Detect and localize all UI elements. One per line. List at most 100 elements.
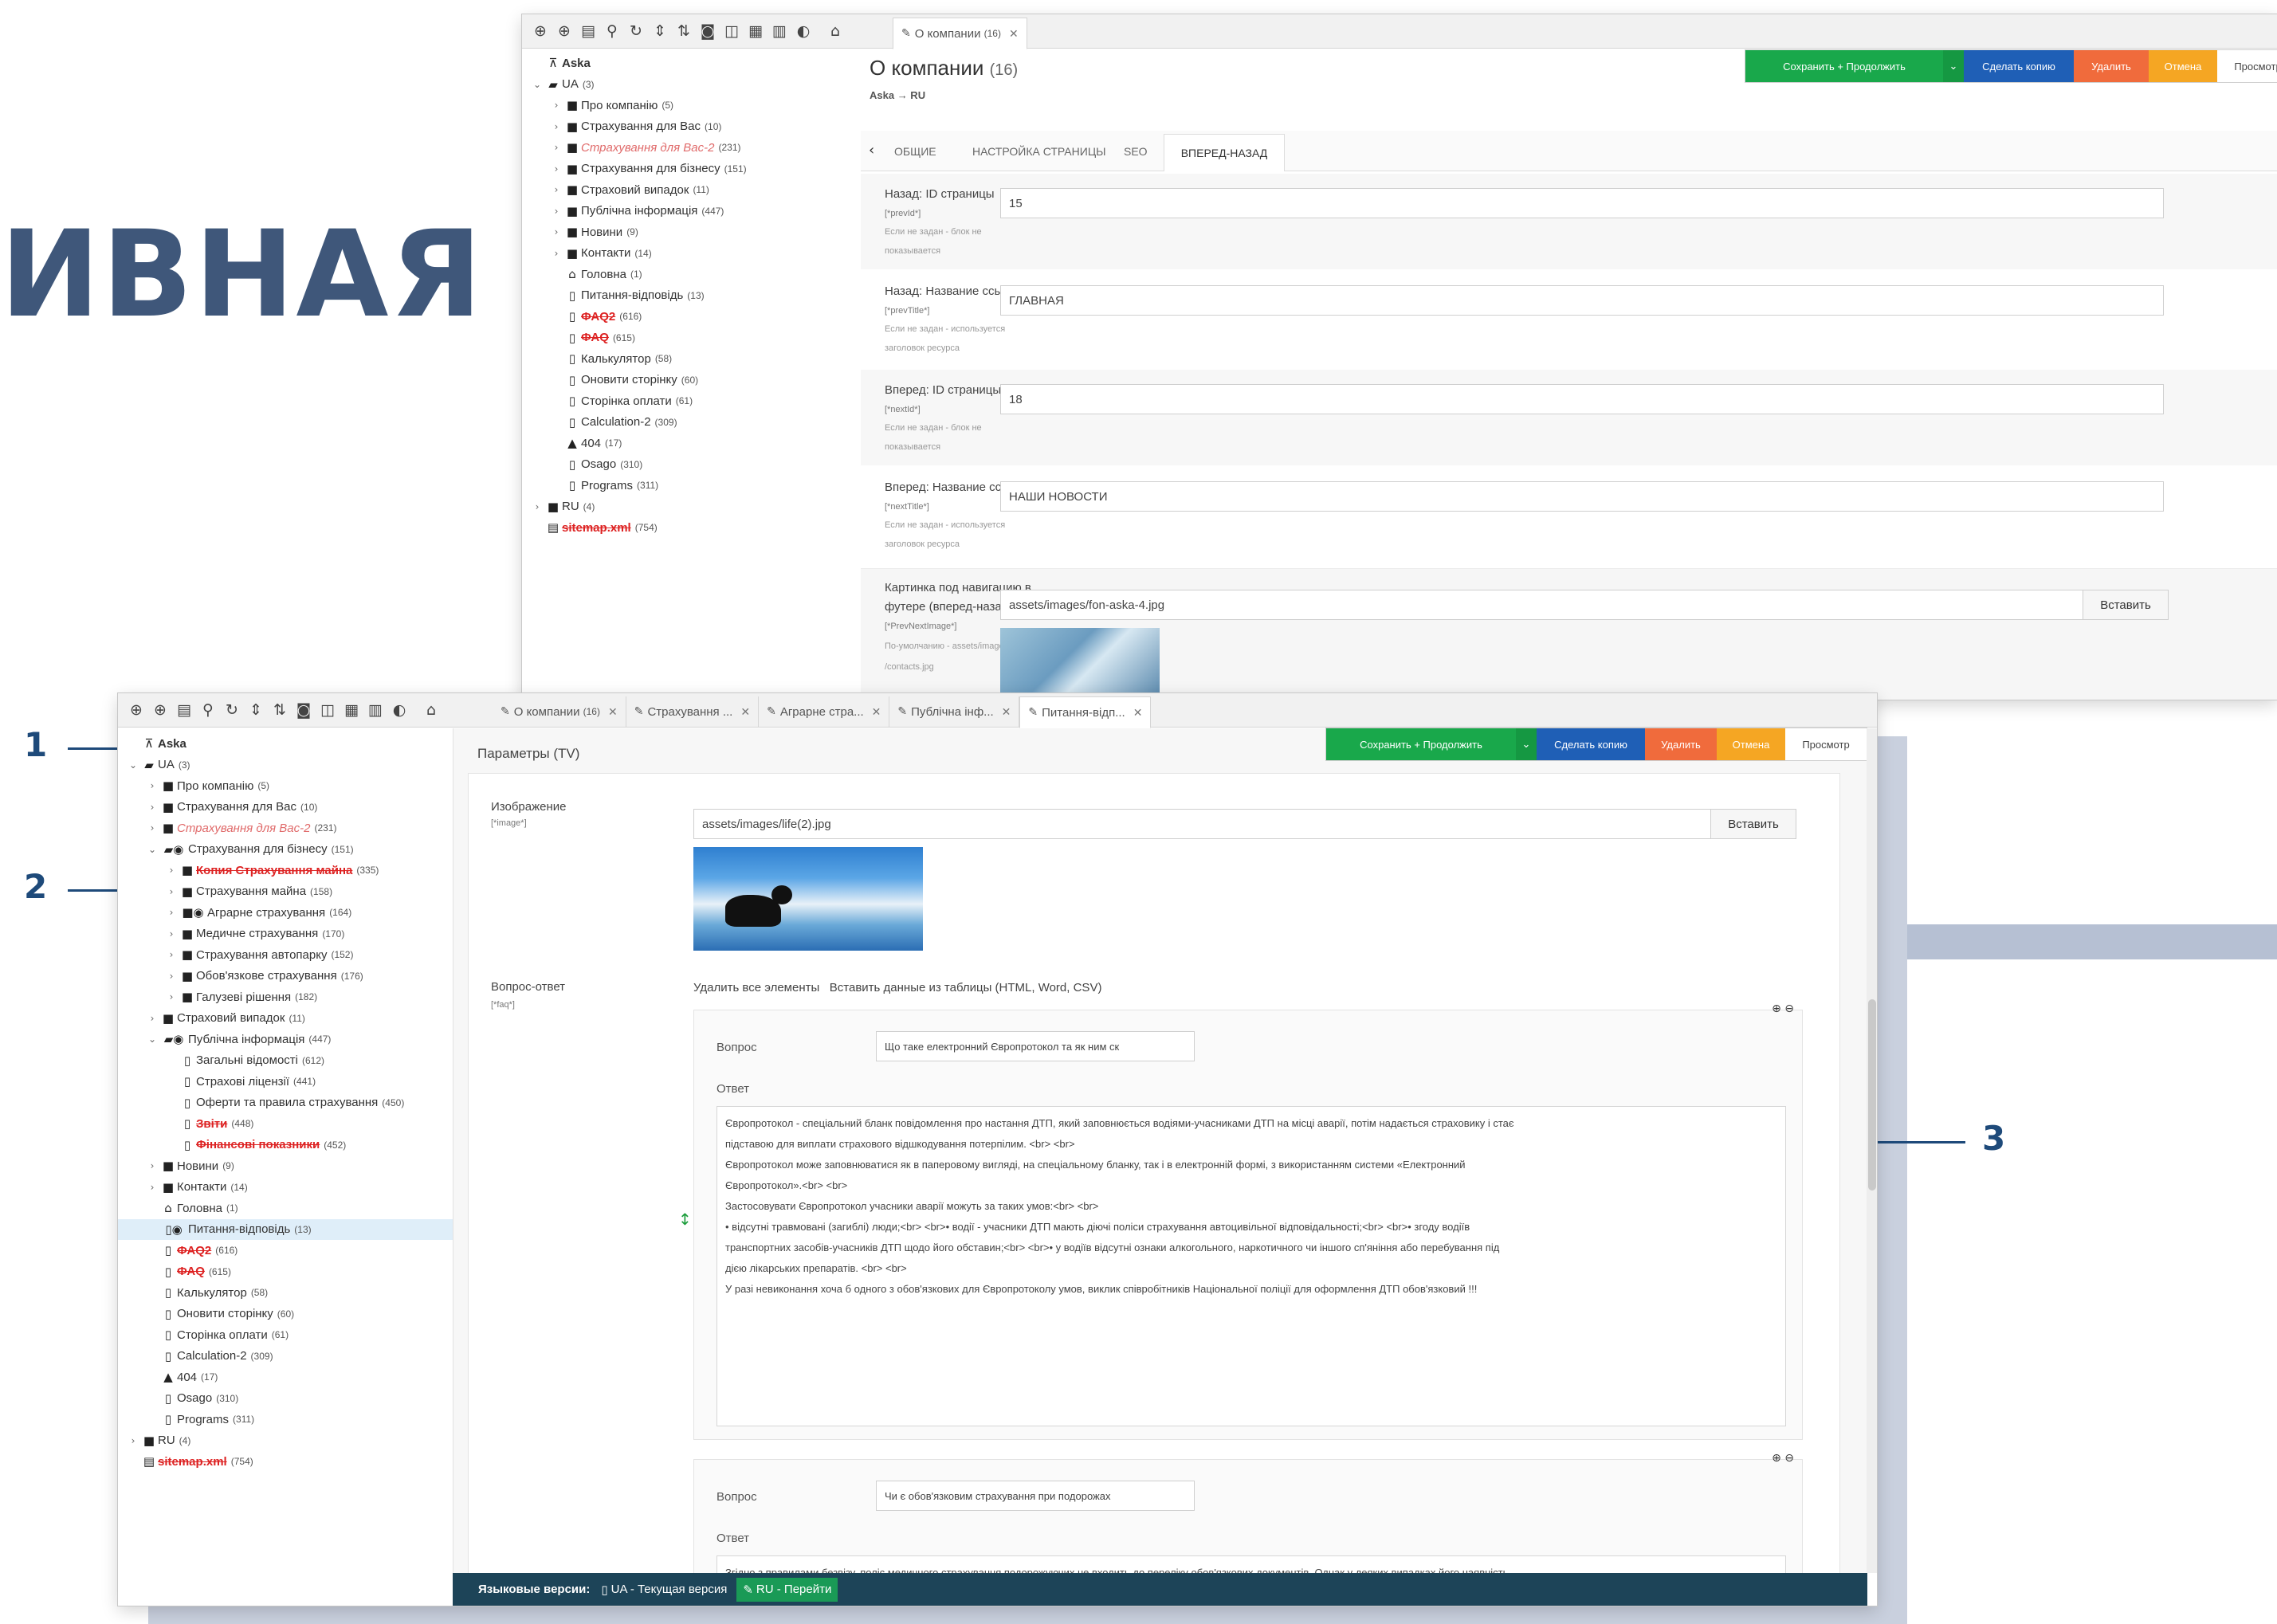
close-icon[interactable]: ✕: [1133, 706, 1143, 720]
camera-icon[interactable]: ◙: [292, 698, 316, 722]
tree-node[interactable]: ▯ ФАQ2 (616): [549, 306, 642, 327]
question-input[interactable]: Що таке електронний Європротокол та як н…: [876, 1031, 1195, 1061]
tree-node[interactable]: › ■ Страхування для бізнесу (151): [549, 159, 747, 179]
chevron-right-icon[interactable]: ›: [549, 206, 563, 217]
tree-node[interactable]: › ■ Про компанію (5): [145, 775, 269, 796]
subtab-prev-next[interactable]: ВПЕРЕД-НАЗАД: [1164, 134, 1285, 171]
scrollbar[interactable]: [1867, 728, 1877, 1573]
link-icon[interactable]: ⚲: [600, 19, 624, 43]
close-icon[interactable]: ✕: [1002, 705, 1011, 719]
chevron-right-icon[interactable]: ›: [530, 501, 544, 512]
remove-item-icon[interactable]: ⊖: [1784, 1002, 1794, 1015]
chevron-down-icon[interactable]: ⌄: [145, 844, 159, 855]
tree-node[interactable]: ▲ 404 (17): [549, 433, 622, 453]
cancel-button[interactable]: Отмена: [1717, 728, 1785, 760]
subtab-page-settings[interactable]: НАСТРОЙКА СТРАНИЦЫ: [972, 145, 1106, 158]
home-icon[interactable]: ⌂: [419, 698, 443, 722]
insert-image-button[interactable]: Вставить: [2083, 590, 2169, 620]
field-input[interactable]: 18: [1000, 384, 2164, 414]
add-item-icon[interactable]: ⊕: [1772, 1002, 1781, 1015]
tree-node[interactable]: ▯ Calculation-2 (309): [145, 1346, 273, 1367]
add-circle-icon[interactable]: ⊕: [552, 19, 576, 43]
tree-node[interactable]: ▤ sitemap.xml (754): [530, 517, 658, 538]
chevron-right-icon[interactable]: ›: [145, 780, 159, 791]
sort-order-icon[interactable]: ⇅: [672, 19, 696, 43]
home-icon[interactable]: ⌂: [823, 19, 847, 43]
field-input[interactable]: ГЛАВНАЯ: [1000, 285, 2164, 316]
grid-icon[interactable]: ▦: [744, 19, 768, 43]
chevron-left-icon[interactable]: ‹: [869, 142, 874, 159]
tree-node[interactable]: ▯ Калькулятор (58): [145, 1282, 268, 1303]
chevron-right-icon[interactable]: ›: [549, 121, 563, 132]
chevron-right-icon[interactable]: ›: [145, 1013, 159, 1024]
chevron-right-icon[interactable]: ›: [164, 886, 179, 897]
tree-node[interactable]: › ■ Копия Страхування майна (335): [164, 860, 379, 881]
tab-o-kompanii[interactable]: ✎ О компании (16) ✕: [893, 18, 1027, 49]
tab-publichna[interactable]: ✎ Публічна інф... ✕: [889, 696, 1020, 727]
link-icon[interactable]: ⚲: [196, 698, 220, 722]
chevron-right-icon[interactable]: ›: [164, 865, 179, 876]
save-continue-button[interactable]: Сохранить + Продолжить: [1745, 50, 1943, 82]
document-icon[interactable]: ▤: [172, 698, 196, 722]
tree-node[interactable]: › ■ Контакти (14): [549, 243, 652, 264]
tab-o-kompanii[interactable]: ✎ О компании (16) ✕: [493, 696, 626, 727]
tree-node[interactable]: ▯ Сторінка оплати (61): [549, 390, 693, 411]
tree-node[interactable]: ▯ Calculation-2 (309): [549, 412, 677, 433]
camera-icon[interactable]: ◙: [696, 19, 720, 43]
chevron-right-icon[interactable]: ›: [126, 1435, 140, 1446]
sort-icon[interactable]: ⇕: [244, 698, 268, 722]
document-icon[interactable]: ▤: [576, 19, 600, 43]
tree-node[interactable]: › ■ RU (4): [530, 496, 595, 517]
tree-node[interactable]: ⊼ Aska: [530, 53, 591, 73]
close-icon[interactable]: ✕: [872, 705, 881, 719]
chevron-right-icon[interactable]: ›: [549, 184, 563, 195]
tree-node[interactable]: › ■ Страховий випадок (11): [549, 179, 709, 200]
tree-node[interactable]: ▯ Калькулятор (58): [549, 348, 672, 369]
drag-handle-icon[interactable]: ↕: [678, 1210, 692, 1229]
paste-table-link[interactable]: Вставить данные из таблицы (HTML, Word, …: [830, 981, 1102, 994]
tree-node[interactable]: › ■ Страхування для Вас (10): [549, 116, 722, 137]
tree-node[interactable]: › ■ Страхування для Вас-2 (231): [145, 818, 337, 838]
tree-node[interactable]: › ■ Новини (9): [145, 1155, 234, 1176]
chevron-down-icon[interactable]: ⌄: [145, 1034, 159, 1045]
chevron-right-icon[interactable]: ›: [549, 226, 563, 237]
scrollbar-thumb[interactable]: [1868, 999, 1876, 1191]
tree-node[interactable]: › ■ Обов'язкове страхування (176): [164, 966, 363, 987]
tree-node[interactable]: › ■ Про компанію (5): [549, 95, 673, 116]
tree-node[interactable]: ⌂ Головна (1): [145, 1198, 238, 1218]
trash-icon[interactable]: ▥: [363, 698, 387, 722]
tree-node[interactable]: ▯ Programs (311): [145, 1409, 254, 1430]
tree-node[interactable]: ▯ Страхові ліцензії (441): [164, 1071, 316, 1092]
close-icon[interactable]: ✕: [608, 705, 618, 719]
insert-image-button[interactable]: Вставить: [1710, 809, 1796, 839]
cancel-button[interactable]: Отмена: [2149, 50, 2217, 82]
tree-node[interactable]: › ■ Страхування для Вас (10): [145, 797, 318, 818]
tree-node[interactable]: › ■ Страхування майна (158): [164, 881, 332, 902]
tab-agrarne[interactable]: ✎ Аграрне стра... ✕: [759, 696, 890, 727]
chevron-right-icon[interactable]: ›: [164, 907, 179, 918]
tree-node[interactable]: › ■ Контакти (14): [145, 1177, 248, 1198]
chevron-right-icon[interactable]: ›: [549, 248, 563, 259]
tree-node[interactable]: ▯ Osago (310): [145, 1388, 238, 1409]
tree-node[interactable]: › ■ Публічна інформація (447): [549, 201, 724, 222]
add-item-icon[interactable]: ⊕: [1772, 1452, 1781, 1465]
tree-node[interactable]: ⊼ Aska: [126, 733, 186, 754]
tree-node[interactable]: ▯ ФАQ (615): [145, 1261, 231, 1282]
grid-icon[interactable]: ▦: [340, 698, 363, 722]
save-continue-button[interactable]: Сохранить + Продолжить: [1326, 728, 1516, 760]
chevron-down-icon[interactable]: ⌄: [1516, 728, 1537, 760]
chevron-right-icon[interactable]: ›: [164, 949, 179, 960]
tree-node[interactable]: › ■ Медичне страхування (170): [164, 924, 345, 944]
chevron-right-icon[interactable]: ›: [549, 163, 563, 175]
tree-node[interactable]: ▯ Звіти (448): [164, 1113, 254, 1134]
close-icon[interactable]: ✕: [1009, 27, 1019, 41]
chevron-right-icon[interactable]: ›: [145, 1182, 159, 1193]
chevron-down-icon[interactable]: ⌄: [126, 759, 140, 771]
tree-node[interactable]: › ■ Страховий випадок (11): [145, 1008, 305, 1029]
chevron-right-icon[interactable]: ›: [145, 802, 159, 813]
chevron-right-icon[interactable]: ›: [549, 100, 563, 111]
tree-node[interactable]: ▤ sitemap.xml (754): [126, 1451, 253, 1472]
refresh-icon[interactable]: ↻: [624, 19, 648, 43]
chevron-right-icon[interactable]: ›: [145, 1160, 159, 1171]
tree-node[interactable]: ▯ Programs (311): [549, 475, 658, 496]
